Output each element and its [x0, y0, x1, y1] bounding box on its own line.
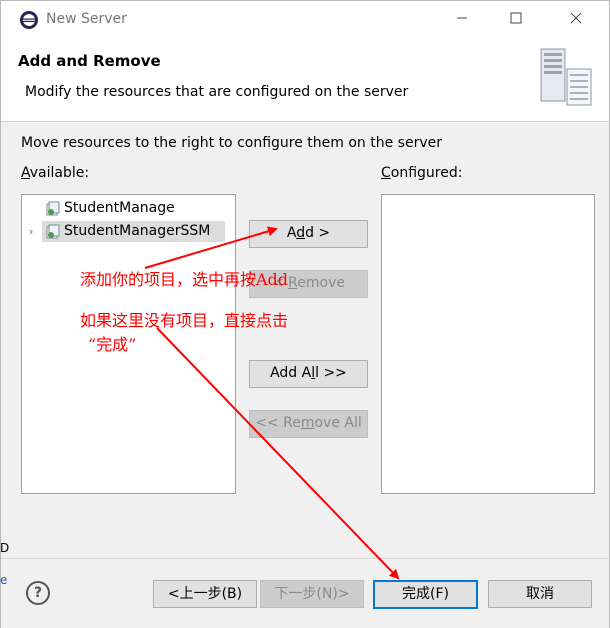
tree-item-studentmanagerssm[interactable]: › StudentManagerSSM	[22, 221, 226, 242]
minimize-button[interactable]	[449, 8, 475, 32]
annotation-line: 如果这里没有项目，直接点击	[80, 311, 289, 330]
close-button[interactable]	[563, 8, 589, 32]
remove-all-label-part: << Re	[255, 415, 301, 431]
maximize-icon	[510, 12, 522, 24]
close-icon	[570, 12, 582, 24]
remove-all-label-part: ove All	[314, 415, 362, 431]
configured-list[interactable]	[381, 194, 595, 494]
minimize-icon	[457, 17, 467, 19]
remove-all-mnemonic: m	[300, 415, 315, 431]
remove-mnemonic: R	[288, 275, 298, 291]
add-button[interactable]: Add >	[249, 220, 368, 248]
title-bar: New Server	[1, 1, 609, 39]
background-fragment: D	[0, 541, 10, 555]
background-fragment: e	[0, 573, 8, 587]
help-icon[interactable]: ?	[26, 581, 50, 605]
available-mnemonic: A	[21, 165, 30, 181]
add-mnemonic: d	[296, 225, 306, 241]
wizard-footer: ? <上一步(B) 下一步(N)> 完成(F) 取消	[1, 558, 609, 628]
available-label: Available:	[21, 165, 89, 181]
wizard-header: Add and Remove Modify the resources that…	[1, 39, 609, 122]
next-button[interactable]: 下一步(N)>	[260, 580, 364, 608]
annotation-add-hint: 添加你的项目，选中再按Add	[80, 270, 289, 289]
add-all-label-part: l >>	[315, 365, 347, 381]
add-all-button[interactable]: Add All >>	[249, 360, 368, 388]
configured-label-text: onfigured:	[390, 165, 463, 181]
configured-label: Configured:	[381, 165, 462, 181]
remove-all-button[interactable]: << Remove All	[249, 410, 368, 438]
cancel-button[interactable]: 取消	[488, 580, 592, 608]
page-description: Modify the resources that are configured…	[25, 84, 409, 100]
project-icon	[46, 201, 60, 216]
remove-label-part: emove	[297, 275, 345, 291]
tree-item-label: StudentManage	[64, 200, 175, 216]
back-button[interactable]: <上一步(B)	[153, 580, 257, 608]
add-label-part: d >	[305, 225, 331, 241]
project-icon	[46, 224, 60, 239]
maximize-button[interactable]	[503, 8, 529, 32]
annotation-line: “完成”	[88, 335, 137, 354]
page-title: Add and Remove	[18, 52, 161, 70]
annotation-finish-hint: 如果这里没有项目，直接点击 “完成”	[80, 307, 288, 355]
add-label-part: A	[286, 225, 297, 241]
server-wizard-icon	[540, 48, 592, 106]
tree-item-studentmanage[interactable]: StudentManage	[22, 198, 233, 219]
finish-button[interactable]: 完成(F)	[373, 580, 478, 609]
configured-mnemonic: C	[381, 165, 391, 181]
window-title: New Server	[46, 11, 127, 27]
eclipse-app-icon	[20, 11, 38, 29]
chevron-right-icon[interactable]: ›	[29, 221, 33, 242]
instruction-text: Move resources to the right to configure…	[21, 135, 442, 151]
add-all-label-part: Add A	[270, 365, 312, 381]
tree-item-label: StudentManagerSSM	[64, 223, 211, 239]
available-label-text: vailable:	[29, 165, 90, 181]
